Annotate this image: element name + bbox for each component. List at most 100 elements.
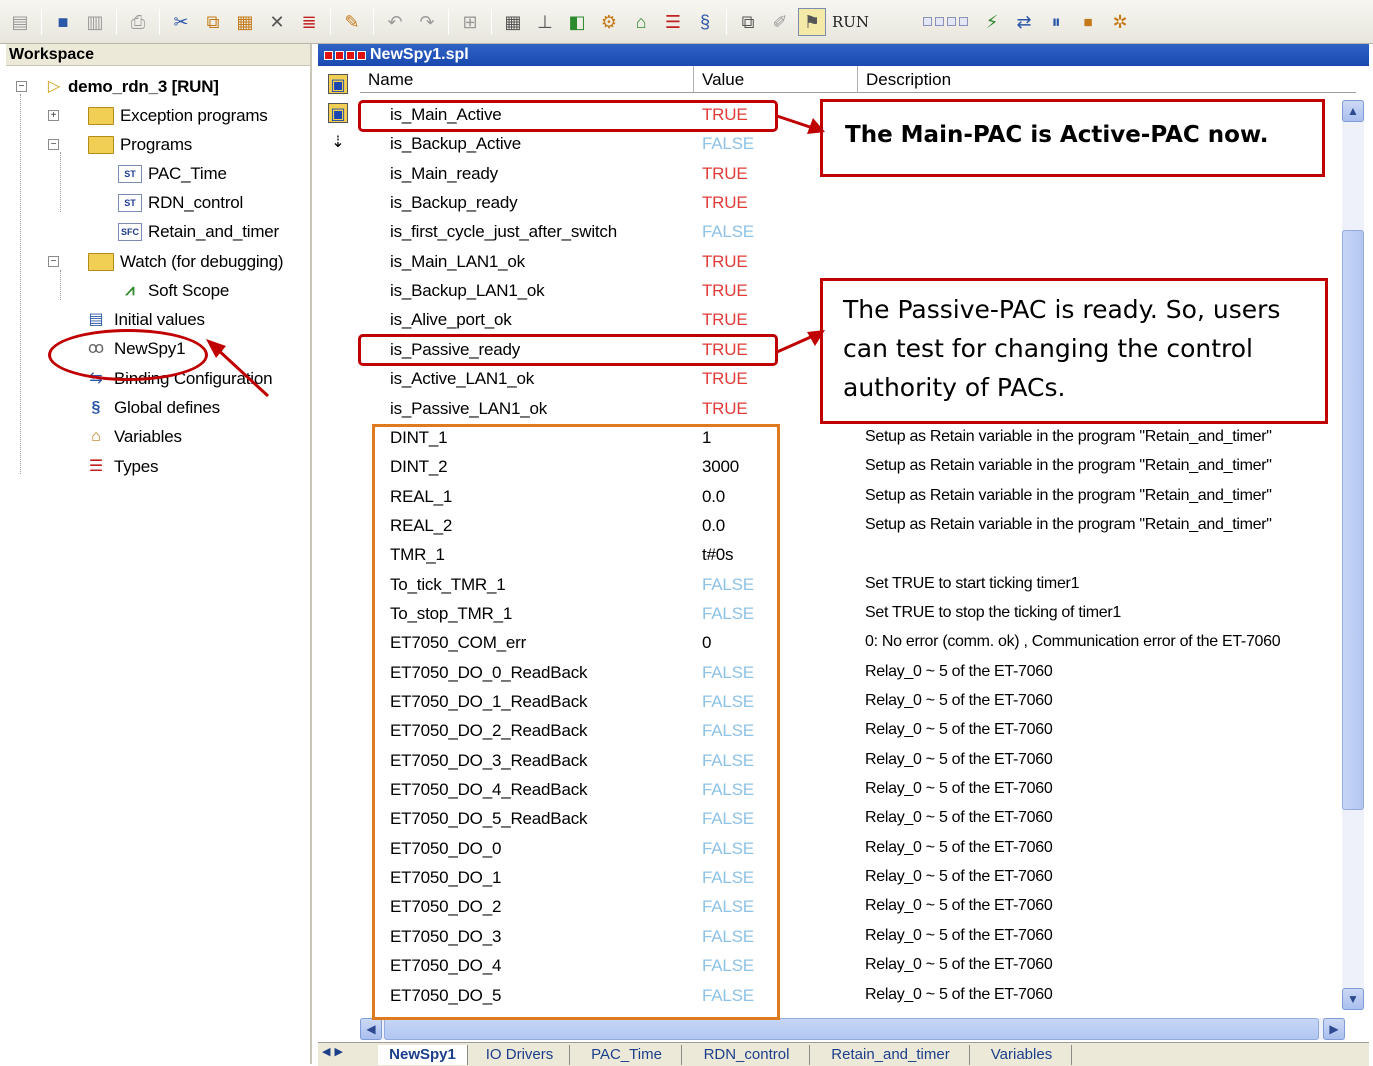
save-all-icon[interactable]: ▥: [81, 8, 109, 36]
list-icon[interactable]: ☰: [659, 8, 687, 36]
undo-icon[interactable]: ↶: [381, 8, 409, 36]
window-icon[interactable]: ⧉: [734, 8, 762, 36]
paste-icon[interactable]: ▦: [231, 8, 259, 36]
variable-value[interactable]: TRUE: [702, 310, 748, 330]
delete-row-icon[interactable]: ≣: [295, 8, 323, 36]
copy-icon[interactable]: ⧉: [199, 8, 227, 36]
variable-description: Setup as Retain variable in the program …: [865, 486, 1272, 504]
highlight-icon[interactable]: ✎: [338, 8, 366, 36]
tree-item-variables[interactable]: ⌂ Variables: [84, 422, 182, 451]
tree-item-pac-time[interactable]: ST PAC_Time: [118, 159, 227, 188]
column-description[interactable]: Description: [858, 66, 1356, 93]
expand-icon[interactable]: +: [48, 110, 59, 121]
side-toolbar: ▣ ▣ ⇣: [328, 74, 350, 161]
toolbar-separator: [159, 8, 160, 35]
table-row[interactable]: is_Backup_ready TRUE: [390, 190, 1350, 219]
settings-icon[interactable]: ⚙: [595, 8, 623, 36]
tree-line: [20, 94, 21, 474]
variable-value[interactable]: FALSE: [702, 134, 754, 154]
variable-value[interactable]: TRUE: [702, 193, 748, 213]
insert-variable-icon[interactable]: ▣: [328, 74, 348, 94]
variable-description: Relay_0 ~ 5 of the ET-7060: [865, 985, 1053, 1003]
open-icon[interactable]: ▤: [6, 8, 34, 36]
toolbar-separator: [116, 8, 117, 35]
pause-icon[interactable]: ⏸: [1042, 8, 1070, 36]
redo-icon[interactable]: ↷: [413, 8, 441, 36]
variable-name: is_Main_ready: [390, 163, 498, 183]
tab-retain-and-timer[interactable]: Retain_and_timer: [812, 1045, 970, 1065]
annotation-arrow: [776, 330, 825, 354]
document-title: NewSpy1.spl: [370, 46, 469, 63]
tree-item-watch[interactable]: − Watch (for debugging): [48, 247, 284, 276]
global-icon[interactable]: §: [691, 8, 719, 36]
sort-icon[interactable]: ⇣: [328, 132, 348, 152]
tab-pac-time[interactable]: PAC_Time: [572, 1045, 682, 1065]
horizontal-scrollbar[interactable]: ◀ ▶: [360, 1018, 1345, 1040]
tab-newspy1[interactable]: NewSpy1: [378, 1045, 468, 1065]
variable-value[interactable]: TRUE: [702, 369, 748, 389]
print-icon[interactable]: ⎙: [124, 8, 152, 36]
tree-item-label: RDN_control: [148, 192, 244, 212]
collapse-icon[interactable]: −: [48, 139, 59, 150]
edit-variable-icon[interactable]: ▣: [328, 103, 348, 123]
variable-value[interactable]: TRUE: [702, 252, 748, 272]
collapse-icon[interactable]: −: [48, 256, 59, 267]
st-program-icon: ST: [118, 193, 142, 212]
toolbar-separator: [373, 8, 374, 35]
st-program-icon: ST: [118, 164, 142, 183]
table-row[interactable]: is_Main_LAN1_ok TRUE: [390, 249, 1350, 278]
variable-value[interactable]: TRUE: [702, 281, 748, 301]
variable-name: is_Alive_port_ok: [390, 310, 512, 330]
highlight-passive-ready: [358, 334, 778, 366]
vertical-scrollbar[interactable]: ▲ ▼: [1342, 100, 1364, 1010]
run-icon[interactable]: ⚑: [798, 7, 826, 36]
scroll-left-icon[interactable]: ◀: [360, 1018, 382, 1040]
variable-description: Setup as Retain variable in the program …: [865, 457, 1272, 475]
toolbar-separator: [726, 8, 727, 35]
toolbar: ▤ ■ ▥ ⎙ ✂ ⧉ ▦ ✕ ≣ ✎ ↶ ↷ ⊞ ▦ ⊥ ◧ ⚙ ⌂ ☰ § …: [0, 0, 1373, 44]
tab-rdn-control[interactable]: RDN_control: [684, 1045, 810, 1065]
variable-name: is_Active_LAN1_ok: [390, 369, 535, 389]
scroll-thumb[interactable]: [1342, 230, 1364, 810]
scroll-up-icon[interactable]: ▲: [1342, 100, 1364, 122]
home-icon[interactable]: ⌂: [627, 8, 655, 36]
tree-item-soft-scope[interactable]: ⩘ Soft Scope: [118, 276, 229, 305]
table-row[interactable]: is_first_cycle_just_after_switch FALSE: [390, 219, 1350, 248]
edit-icon[interactable]: ✐: [766, 8, 794, 36]
scroll-down-icon[interactable]: ▼: [1342, 988, 1364, 1010]
tab-io-drivers[interactable]: IO Drivers: [470, 1045, 570, 1065]
tree-item-types[interactable]: ☰ Types: [84, 452, 159, 481]
debug-icon[interactable]: ✲: [1106, 8, 1134, 36]
callout-main-active: The Main-PAC is Active-PAC now.: [820, 99, 1325, 177]
variable-description: 0: No error (comm. ok) , Communication e…: [865, 633, 1281, 651]
variable-value[interactable]: TRUE: [702, 164, 748, 184]
switch-icon[interactable]: ⇄: [1010, 8, 1038, 36]
tree-item-programs[interactable]: − Programs: [48, 130, 192, 159]
folder-icon: [88, 135, 114, 154]
stop-icon[interactable]: ⏹: [1074, 8, 1102, 36]
column-value[interactable]: Value: [694, 66, 858, 93]
tree-item-exception-programs[interactable]: + Exception programs: [48, 101, 268, 130]
tree-item-retain-and-timer[interactable]: SFC Retain_and_timer: [118, 217, 279, 246]
variable-name: is_Backup_ready: [390, 193, 518, 213]
column-name[interactable]: Name: [360, 66, 694, 93]
tab-variables[interactable]: Variables: [972, 1045, 1072, 1065]
network-icon[interactable]: ⊥: [531, 8, 559, 36]
variable-value[interactable]: TRUE: [702, 399, 748, 419]
delete-icon[interactable]: ✕: [263, 8, 291, 36]
build-icon[interactable]: ⚡: [978, 8, 1006, 36]
scroll-right-icon[interactable]: ▶: [1323, 1018, 1345, 1040]
tree-item-rdn-control[interactable]: ST RDN_control: [118, 188, 243, 217]
io-icon[interactable]: ◧: [563, 8, 591, 36]
tree-project[interactable]: − ▷ demo_rdn_3 [RUN]: [16, 72, 219, 101]
variable-description: Relay_0 ~ 5 of the ET-7060: [865, 692, 1053, 709]
hscroll-thumb[interactable]: [384, 1018, 1319, 1040]
types-icon: ☰: [88, 457, 104, 475]
collapse-icon[interactable]: −: [16, 81, 27, 92]
tab-nav-icon[interactable]: ◀▶: [322, 1045, 347, 1058]
insert-icon[interactable]: ⊞: [456, 8, 484, 36]
grid-icon[interactable]: ▦: [499, 8, 527, 36]
variable-value[interactable]: FALSE: [702, 222, 754, 242]
save-icon[interactable]: ■: [49, 8, 77, 36]
cut-icon[interactable]: ✂: [167, 8, 195, 36]
